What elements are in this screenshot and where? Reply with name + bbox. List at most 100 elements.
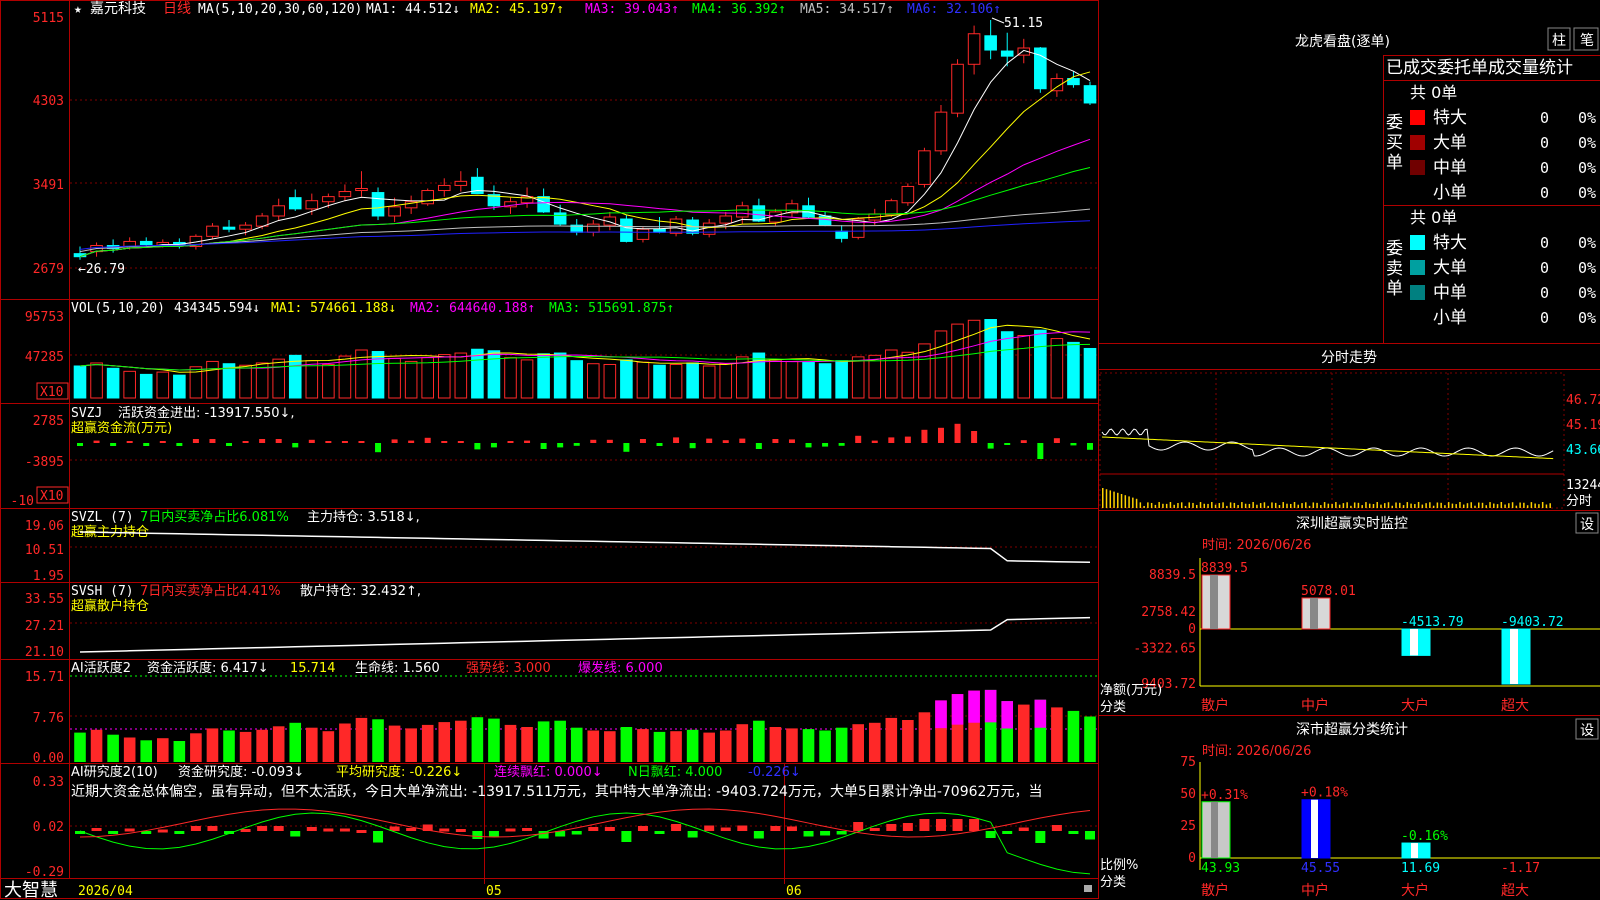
intraday-vol-bar xyxy=(1113,491,1115,508)
monitor-bar-shade xyxy=(1510,629,1518,684)
candle xyxy=(454,171,468,192)
intraday-vol-bar xyxy=(1297,504,1300,508)
candle xyxy=(471,168,484,195)
vertical-char: 买 xyxy=(1386,133,1403,153)
intraday-vol-bar xyxy=(1451,503,1454,508)
ai2-bar xyxy=(439,828,450,832)
ai1-bar xyxy=(107,734,119,762)
intraday-vol-bar xyxy=(1120,494,1123,508)
vertical-char: 委 xyxy=(1386,113,1403,133)
volume-bar xyxy=(487,350,501,399)
classify-ytick: 50 xyxy=(1180,787,1196,802)
ai2-bar xyxy=(671,824,682,831)
monitor-bar-shade xyxy=(1310,597,1318,629)
intraday-vol-bar xyxy=(1421,504,1424,508)
classify-bar: -1.17 超大 xyxy=(1501,861,1540,899)
ai1-bar xyxy=(140,740,153,762)
period-label[interactable]: 日线 xyxy=(163,1,191,17)
intraday-vol-bar xyxy=(1316,502,1318,508)
monitor-bar-shade xyxy=(1210,575,1218,629)
ai1-bar xyxy=(703,732,715,762)
candle-body xyxy=(885,200,898,216)
order-color-swatch xyxy=(1410,285,1425,300)
brand-logo: 大智慧 xyxy=(4,880,58,900)
ai2-bar xyxy=(207,826,218,831)
monitor-ytick: -3322.65 xyxy=(1133,641,1196,656)
ai1-bar xyxy=(620,727,633,762)
ai2-bar xyxy=(406,828,417,831)
intraday-vol-bar xyxy=(1538,504,1540,508)
volume-bar xyxy=(702,365,716,399)
favorite-star-icon[interactable]: ★ xyxy=(74,2,82,17)
intraday-vol-bar xyxy=(1444,505,1446,508)
intraday-vol-bar xyxy=(1376,502,1378,508)
ai2-bar xyxy=(306,827,317,831)
monitor-time: 时间: 2026/06/26 xyxy=(1202,538,1311,553)
chart-canvas: ★ 嘉元科技 日线 MA(5,10,20,30,60,120) MA1: 44.… xyxy=(0,0,1600,900)
order-type: 大单 xyxy=(1433,133,1467,153)
y-tick: 3491 xyxy=(33,178,64,193)
svzj-bar xyxy=(159,441,166,443)
order-type: 大单 xyxy=(1433,258,1467,278)
ai1-bar xyxy=(1017,704,1030,762)
svzj-bar xyxy=(639,439,646,443)
candle-body xyxy=(636,228,650,240)
order-color-swatch xyxy=(1410,135,1425,150)
ai2-bar xyxy=(505,828,516,832)
order-type: 中单 xyxy=(1433,283,1467,303)
candle-body xyxy=(984,35,997,51)
ai2-bar xyxy=(604,827,615,831)
classify-bar-shade xyxy=(1211,801,1218,858)
lock-icon[interactable] xyxy=(1084,885,1092,892)
classify-title: 深市超赢分类统计 xyxy=(1296,721,1408,738)
classify-bar: +0.18% 45.55 中户 xyxy=(1301,786,1348,899)
ai2-bar xyxy=(687,831,698,838)
volume-bar xyxy=(139,373,153,399)
intraday-vol-bar xyxy=(1342,503,1345,508)
order-count: 0 xyxy=(1540,234,1549,252)
ai2-bar xyxy=(902,823,913,831)
ai2-bar xyxy=(1002,831,1013,834)
candle-body xyxy=(272,205,285,217)
x-tick: 06 xyxy=(786,884,802,899)
order-count: 0 xyxy=(1540,184,1549,202)
svzj-bar xyxy=(1087,443,1093,450)
volume-bar xyxy=(537,353,550,399)
volume-bar xyxy=(802,361,815,399)
vol-ma3: MA3: 515691.875↑ xyxy=(549,301,674,316)
ai2-bar xyxy=(886,824,897,831)
intraday-vol-bar xyxy=(1545,504,1548,508)
ai2-red: 连续飘红: 0.000↓ xyxy=(494,764,603,780)
volume-bar xyxy=(388,357,401,399)
svzj-bar xyxy=(325,441,332,443)
classify-settings-label: 设 xyxy=(1580,723,1594,739)
order-row: 中单 0 0% xyxy=(1410,158,1596,178)
intraday-vol-bar xyxy=(1493,503,1495,508)
svzj-bar xyxy=(606,439,613,443)
ai2-bar xyxy=(522,828,533,831)
volume-bar xyxy=(669,363,683,399)
ai2-bar xyxy=(720,827,731,831)
intraday-vol-bar xyxy=(1290,503,1292,508)
monitor-ytick: 0 xyxy=(1188,622,1196,637)
candle xyxy=(620,214,633,243)
ai2-legend: AI研究度2(10) 资金研究度: -0.093↓ 平均研究度: -0.226↓… xyxy=(71,764,1042,800)
intraday-vol-bar xyxy=(1534,503,1536,508)
classify-delta: +0.18% xyxy=(1301,786,1348,801)
ai1-bar xyxy=(74,732,86,762)
volume-bar xyxy=(239,364,252,399)
bar-mode-label: 柱 xyxy=(1552,33,1566,49)
svzj-bar xyxy=(739,438,746,443)
dragon-panel: 龙虎看盘(逐单) 柱 笔 已成交委托单成交量统计 共 0单 共 0单 特大 0 0%… xyxy=(1295,27,1599,328)
ai2-bar xyxy=(753,831,764,839)
order-pct: 0% xyxy=(1578,284,1596,302)
intraday-volume xyxy=(1102,488,1551,508)
ai2-bar xyxy=(985,831,996,838)
y-tick: -0.29 xyxy=(25,865,64,880)
candle-body xyxy=(719,215,733,224)
intraday-vol-bar xyxy=(1286,503,1288,508)
y-tick: 19.06 xyxy=(25,519,64,534)
ai2-bar xyxy=(637,826,648,831)
ai1-bar xyxy=(455,720,467,762)
volume-bar xyxy=(785,360,799,399)
